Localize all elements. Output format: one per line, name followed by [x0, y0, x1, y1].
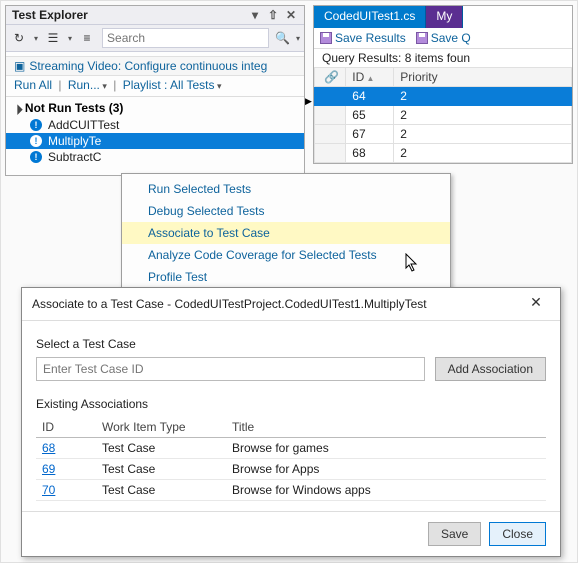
dialog-title: Associate to a Test Case - CodedUITestPr… [32, 297, 427, 311]
tab-codeduitest[interactable]: CodedUITest1.cs [314, 6, 426, 28]
run-all-link[interactable]: Run All [14, 78, 52, 92]
save-results-button[interactable]: Save Results [320, 31, 406, 45]
ctx-profile-test[interactable]: Profile Test [122, 266, 450, 288]
table-row[interactable]: 70 Test CaseBrowse for Windows apps [36, 480, 546, 501]
test-case-id-input[interactable] [36, 357, 425, 381]
status-icon: ! [30, 119, 42, 131]
ctx-analyze-coverage[interactable]: Analyze Code Coverage for Selected Tests [122, 244, 450, 266]
select-test-case-label: Select a Test Case [36, 337, 546, 351]
test-item-label: SubtractC [48, 150, 101, 164]
test-group-header[interactable]: Not Run Tests (3) [6, 99, 304, 117]
test-item[interactable]: ! SubtractC [6, 149, 304, 165]
cell-title: Browse for Windows apps [226, 480, 546, 501]
table-row[interactable]: 652 [315, 106, 572, 125]
col-id[interactable]: ID [346, 68, 394, 87]
list-icon[interactable]: ≡ [78, 30, 96, 46]
ctx-associate-test-case[interactable]: Associate to Test Case [122, 222, 450, 244]
cell-type: Test Case [96, 459, 226, 480]
dialog-close-icon[interactable]: ✕ [522, 294, 550, 314]
save-q-label: Save Q [431, 31, 471, 45]
row-selector-header[interactable]: 🔗 [315, 68, 346, 87]
test-explorer-links: Run All | Run... | Playlist : All Tests [6, 76, 304, 94]
id-link[interactable]: 68 [42, 441, 55, 455]
cell-id: 68 [346, 144, 394, 163]
test-explorer-toolbar: ↻▾ ☰▾ ≡ 🔍▾ [6, 24, 304, 52]
id-link[interactable]: 70 [42, 483, 55, 497]
status-icon: ! [30, 151, 42, 163]
cell-priority: 2 [394, 144, 572, 163]
test-item-label: MultiplyTe [48, 134, 101, 148]
close-button[interactable]: Close [489, 522, 546, 546]
document-panel: CodedUITest1.cs My Save Results Save Q Q… [313, 5, 573, 164]
save-icon [320, 32, 332, 44]
refresh-icon[interactable]: ↻ [10, 30, 28, 46]
save-results-label: Save Results [335, 31, 406, 45]
context-menu: Run Selected Tests Debug Selected Tests … [121, 173, 451, 293]
link-icon: 🔗 [324, 70, 339, 84]
cell-id: 64 [346, 87, 394, 106]
cell-title: Browse for games [226, 438, 546, 459]
test-explorer-titlebar: Test Explorer ▾ ⇧ ✕ [6, 6, 304, 24]
col-id[interactable]: ID [36, 417, 96, 438]
test-item[interactable]: ! AddCUITTest [6, 117, 304, 133]
test-item-selected[interactable]: ! MultiplyTe [6, 133, 304, 149]
group-icon[interactable]: ☰ [44, 30, 62, 46]
cell-type: Test Case [96, 438, 226, 459]
table-row[interactable]: 68 Test CaseBrowse for games [36, 438, 546, 459]
search-input[interactable] [102, 28, 269, 48]
cell-priority: 2 [394, 125, 572, 144]
cell-priority: 2 [394, 106, 572, 125]
save-button[interactable]: Save [428, 522, 481, 546]
associations-table: ID Work Item Type Title 68 Test CaseBrows… [36, 417, 546, 501]
pin-icon[interactable]: ⇧ [266, 8, 280, 22]
dropdown-icon[interactable]: ▾ [248, 8, 262, 22]
status-icon: ! [30, 135, 42, 147]
run-link[interactable]: Run... [68, 78, 107, 92]
save-icon [416, 32, 428, 44]
close-icon[interactable]: ✕ [284, 8, 298, 22]
existing-associations-label: Existing Associations [36, 397, 546, 411]
test-explorer-title: Test Explorer [12, 8, 88, 22]
dialog-titlebar: Associate to a Test Case - CodedUITestPr… [22, 288, 560, 321]
playlist-link[interactable]: Playlist : All Tests [123, 78, 222, 92]
col-title[interactable]: Title [226, 417, 546, 438]
streaming-video-link[interactable]: ▣ Streaming Video: Configure continuous … [6, 56, 304, 76]
test-item-label: AddCUITTest [48, 118, 119, 132]
table-row[interactable]: 642 [315, 87, 572, 106]
col-work-item-type[interactable]: Work Item Type [96, 417, 226, 438]
search-icon[interactable]: 🔍 [275, 31, 290, 45]
add-association-button[interactable]: Add Association [435, 357, 546, 381]
save-query-button[interactable]: Save Q [416, 31, 471, 45]
cell-id: 67 [346, 125, 394, 144]
test-explorer-panel: Test Explorer ▾ ⇧ ✕ ↻▾ ☰▾ ≡ 🔍▾ ▣ Streami… [5, 5, 305, 176]
ctx-run-selected[interactable]: Run Selected Tests [122, 178, 450, 200]
id-link[interactable]: 69 [42, 462, 55, 476]
cell-id: 65 [346, 106, 394, 125]
document-tabs: CodedUITest1.cs My [314, 6, 572, 28]
cell-priority: 2 [394, 87, 572, 106]
document-toolbar: Save Results Save Q [314, 28, 572, 49]
query-results-header: Query Results: 8 items foun [314, 49, 572, 67]
col-priority[interactable]: Priority [394, 68, 572, 87]
table-row[interactable]: 682 [315, 144, 572, 163]
dialog-footer: Save Close [22, 511, 560, 556]
table-row[interactable]: 672 [315, 125, 572, 144]
ctx-debug-selected[interactable]: Debug Selected Tests [122, 200, 450, 222]
associate-dialog: Associate to a Test Case - CodedUITestPr… [21, 287, 561, 557]
tab-secondary[interactable]: My [426, 6, 463, 28]
video-icon: ▣ [14, 59, 25, 73]
cell-type: Test Case [96, 480, 226, 501]
streaming-label: Streaming Video: Configure continuous in… [29, 59, 267, 73]
cell-title: Browse for Apps [226, 459, 546, 480]
table-row[interactable]: 69 Test CaseBrowse for Apps [36, 459, 546, 480]
query-results-grid[interactable]: 🔗 ID Priority 642 652 672 682 [314, 67, 572, 163]
